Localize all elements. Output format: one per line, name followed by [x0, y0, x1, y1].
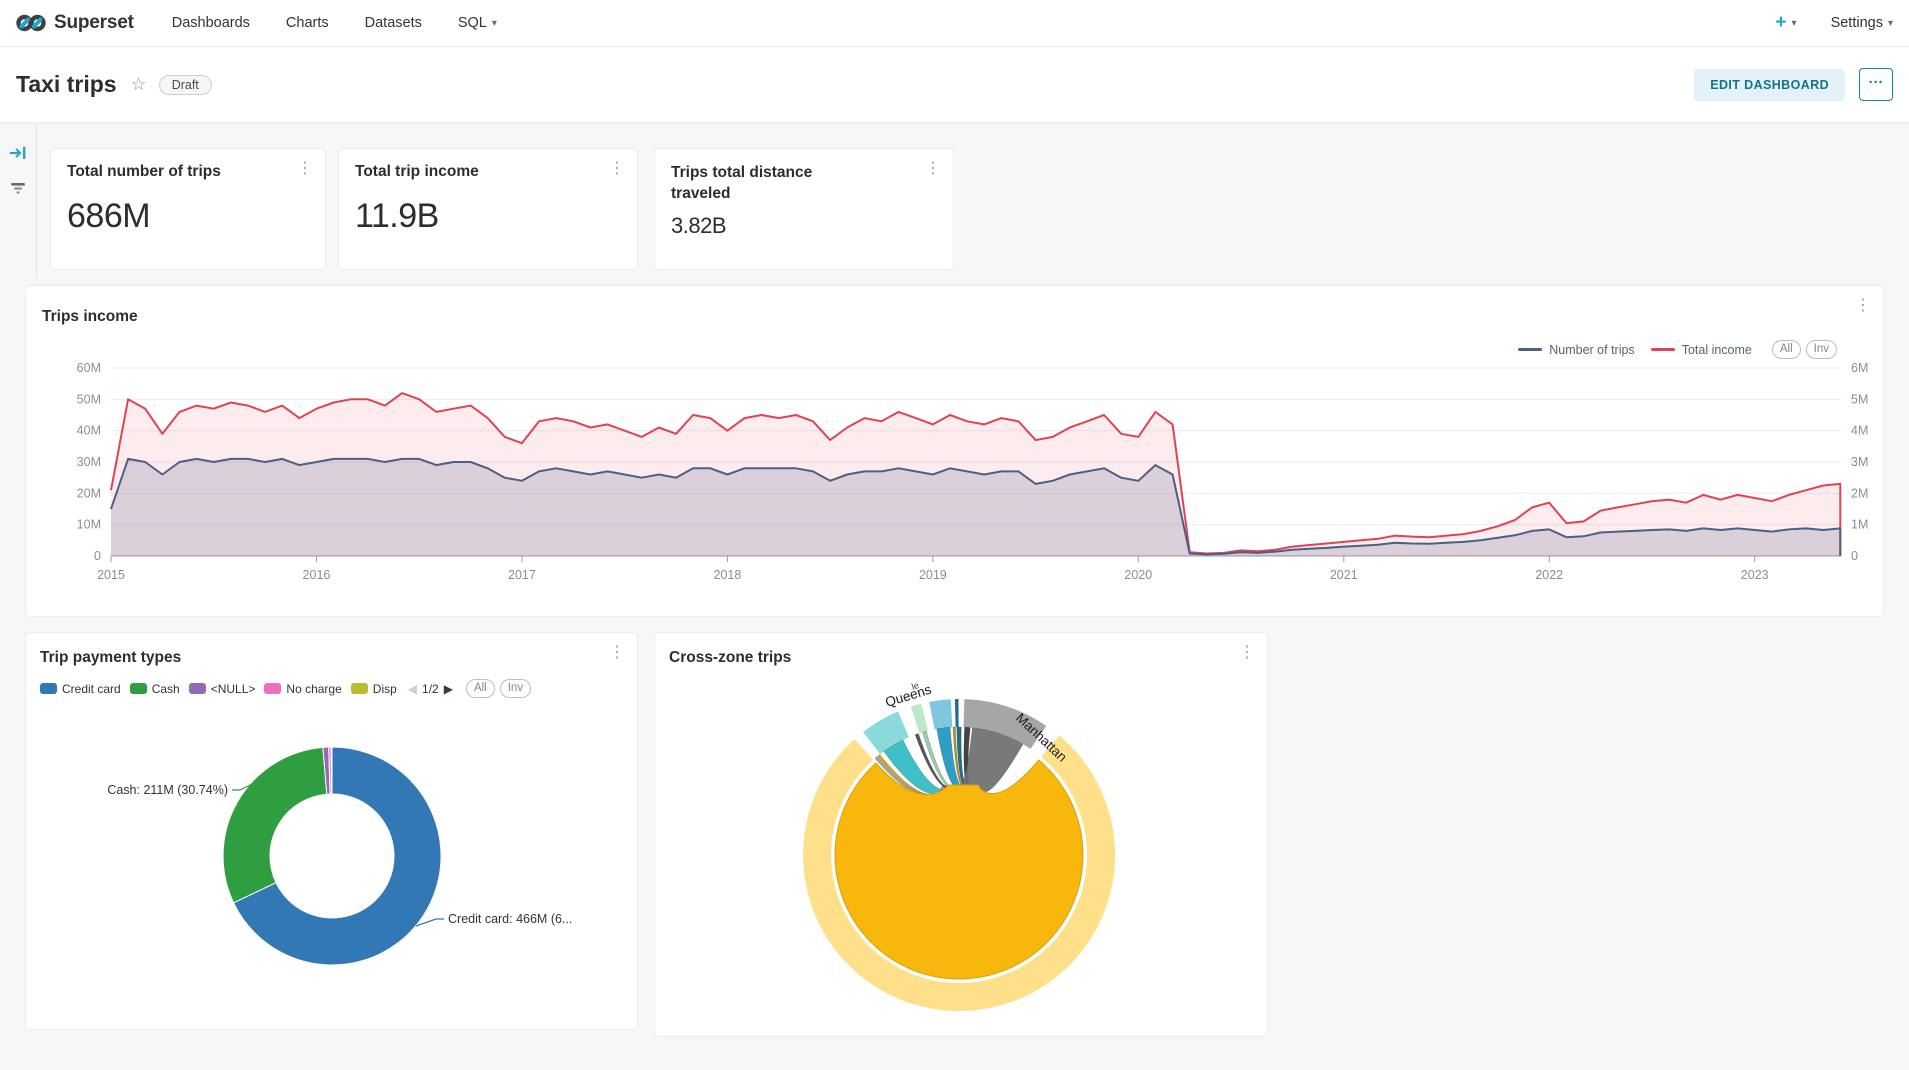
cross-zone-trips-panel: Cross-zone trips ⋮ QueensManhattanle — [654, 632, 1268, 1037]
nav-items: Dashboards Charts Datasets SQL ▾ — [172, 15, 497, 31]
trip-payment-types-panel: Trip payment types ⋮ Credit card Cash <N… — [25, 632, 638, 1030]
superset-dashboard: Superset Dashboards Charts Datasets SQL … — [0, 0, 1909, 1070]
add-new-button[interactable]: + ▾ — [1775, 12, 1796, 34]
svg-text:10M: 10M — [77, 518, 101, 532]
kpi-card-total-distance: Trips total distance traveled ⋮ 3.82B — [654, 148, 954, 270]
svg-text:5M: 5M — [1851, 392, 1868, 406]
credit-card-callout-label: Credit card: 466M (6... — [448, 912, 572, 926]
svg-text:2020: 2020 — [1124, 568, 1152, 582]
draft-status-badge: Draft — [159, 75, 212, 95]
top-navbar: Superset Dashboards Charts Datasets SQL … — [0, 0, 1909, 47]
svg-text:20M: 20M — [77, 486, 101, 500]
small-zone-segment — [955, 699, 959, 727]
brand-name: Superset — [54, 12, 134, 34]
svg-text:40M: 40M — [77, 424, 101, 438]
nav-right: + ▾ Settings ▾ — [1775, 12, 1893, 34]
svg-text:4M: 4M — [1851, 424, 1868, 438]
kpi-title: Trips total distance traveled — [671, 163, 871, 205]
svg-text:6M: 6M — [1851, 361, 1868, 375]
svg-text:30M: 30M — [77, 455, 101, 469]
small-zone-segment — [911, 704, 928, 734]
kpi-title: Total number of trips — [67, 163, 309, 181]
svg-text:2M: 2M — [1851, 486, 1868, 500]
nav-datasets[interactable]: Datasets — [365, 15, 422, 31]
kpi-card-total-trips: Total number of trips ⋮ 686M — [50, 148, 326, 270]
slice-cash — [223, 747, 327, 902]
kebab-menu-icon[interactable]: ⋮ — [609, 161, 625, 177]
svg-text:3M: 3M — [1851, 455, 1868, 469]
chevron-down-icon: ▾ — [1792, 18, 1797, 29]
svg-text:2018: 2018 — [713, 568, 741, 582]
svg-text:2021: 2021 — [1330, 568, 1358, 582]
trips-income-area-chart[interactable]: 60M 6M 50M 5M 40M 4M 30M 3M 20M 2M 10M 1M 0 0 2015 2016… — [26, 286, 1885, 618]
chevron-down-icon: ▾ — [1888, 18, 1893, 29]
svg-text:2015: 2015 — [97, 568, 125, 582]
svg-text:1M: 1M — [1851, 518, 1868, 532]
cross-zone-chord-chart[interactable]: QueensManhattanle — [655, 633, 1269, 1038]
filter-icon[interactable] — [10, 182, 26, 195]
small-zone-segment — [929, 699, 952, 729]
collapsed-filter-bar — [0, 124, 37, 279]
kpi-card-trip-income: Total trip income ⋮ 11.9B — [338, 148, 638, 270]
favorite-star-icon[interactable]: ☆ — [131, 74, 147, 95]
more-options-button[interactable]: ··· — [1859, 68, 1893, 101]
settings-menu[interactable]: Settings ▾ — [1831, 15, 1893, 31]
svg-text:2017: 2017 — [508, 568, 536, 582]
svg-text:50M: 50M — [77, 392, 101, 406]
queens-label: Queens — [883, 682, 933, 710]
chevron-down-icon: ▾ — [492, 18, 497, 29]
svg-text:2022: 2022 — [1535, 568, 1563, 582]
superset-logo[interactable]: Superset — [16, 12, 134, 34]
kebab-menu-icon[interactable]: ⋮ — [297, 161, 313, 177]
trips-income-chart-panel: Trips income ⋮ Number of trips Total inc… — [25, 285, 1884, 617]
cash-callout-label: Cash: 211M (30.74%) — [107, 783, 228, 797]
payment-types-donut-chart[interactable]: Cash: 211M (30.74%) Credit card: 466M (6.… — [26, 633, 639, 1031]
kpi-value: 3.82B — [671, 213, 937, 239]
svg-text:0: 0 — [94, 549, 101, 563]
kebab-menu-icon[interactable]: ⋮ — [925, 161, 941, 177]
superset-infinity-icon — [16, 13, 46, 33]
expand-filter-bar-icon[interactable] — [9, 146, 27, 160]
page-title: Taxi trips — [16, 71, 117, 98]
slice-disp — [331, 747, 332, 794]
kpi-value: 686M — [67, 197, 309, 236]
kpi-title: Total trip income — [355, 163, 621, 181]
nav-charts[interactable]: Charts — [286, 15, 329, 31]
svg-text:2019: 2019 — [919, 568, 947, 582]
svg-text:2016: 2016 — [303, 568, 331, 582]
svg-text:60M: 60M — [77, 361, 101, 375]
main-zone-chord-mass — [835, 760, 1083, 979]
nav-dashboards[interactable]: Dashboards — [172, 15, 250, 31]
svg-text:2023: 2023 — [1741, 568, 1769, 582]
edit-dashboard-button[interactable]: EDIT DASHBOARD — [1694, 69, 1845, 101]
nav-sql[interactable]: SQL ▾ — [458, 15, 497, 31]
kpi-value: 11.9B — [355, 197, 621, 236]
dashboard-header: Taxi trips ☆ Draft EDIT DASHBOARD ··· — [0, 47, 1909, 123]
svg-text:0: 0 — [1851, 549, 1858, 563]
